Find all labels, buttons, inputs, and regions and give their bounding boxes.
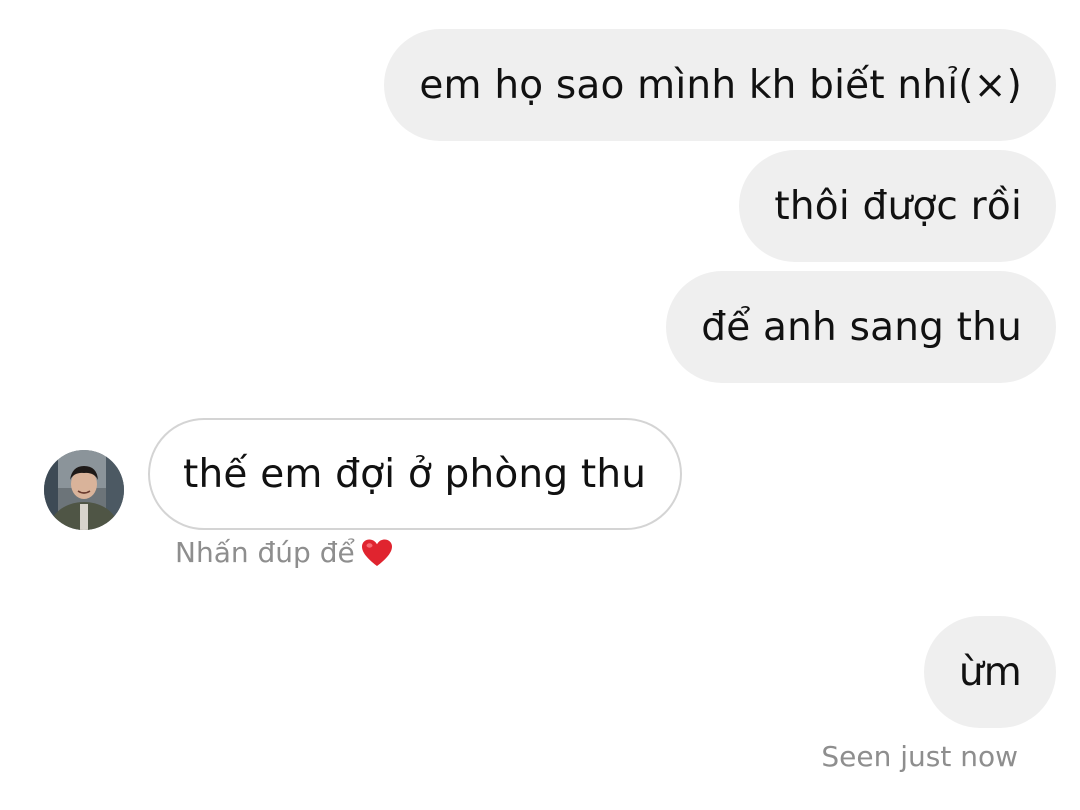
message-bubble-outgoing[interactable]: để anh sang thu bbox=[666, 271, 1056, 383]
message-text: ừm bbox=[958, 649, 1022, 695]
avatar-photo bbox=[44, 450, 124, 530]
double-tap-hint: Nhấn đúp để bbox=[175, 536, 393, 569]
message-text: thế em đợi ở phòng thu bbox=[183, 451, 647, 497]
message-bubble-outgoing[interactable]: thôi được rồi bbox=[739, 150, 1056, 262]
avatar[interactable] bbox=[44, 450, 124, 530]
message-text: thôi được rồi bbox=[774, 183, 1022, 229]
heart-icon bbox=[361, 538, 393, 568]
message-text: em họ sao mình kh biết nhỉ(×) bbox=[419, 62, 1022, 108]
message-bubble-outgoing[interactable]: ừm bbox=[923, 616, 1056, 728]
message-bubble-incoming[interactable]: thế em đợi ở phòng thu bbox=[148, 418, 683, 530]
message-text: để anh sang thu bbox=[701, 304, 1022, 350]
hint-text: Nhấn đúp để bbox=[175, 536, 355, 569]
seen-status: Seen just now bbox=[821, 740, 1018, 773]
message-bubble-outgoing[interactable]: em họ sao mình kh biết nhỉ(×) bbox=[384, 29, 1056, 141]
